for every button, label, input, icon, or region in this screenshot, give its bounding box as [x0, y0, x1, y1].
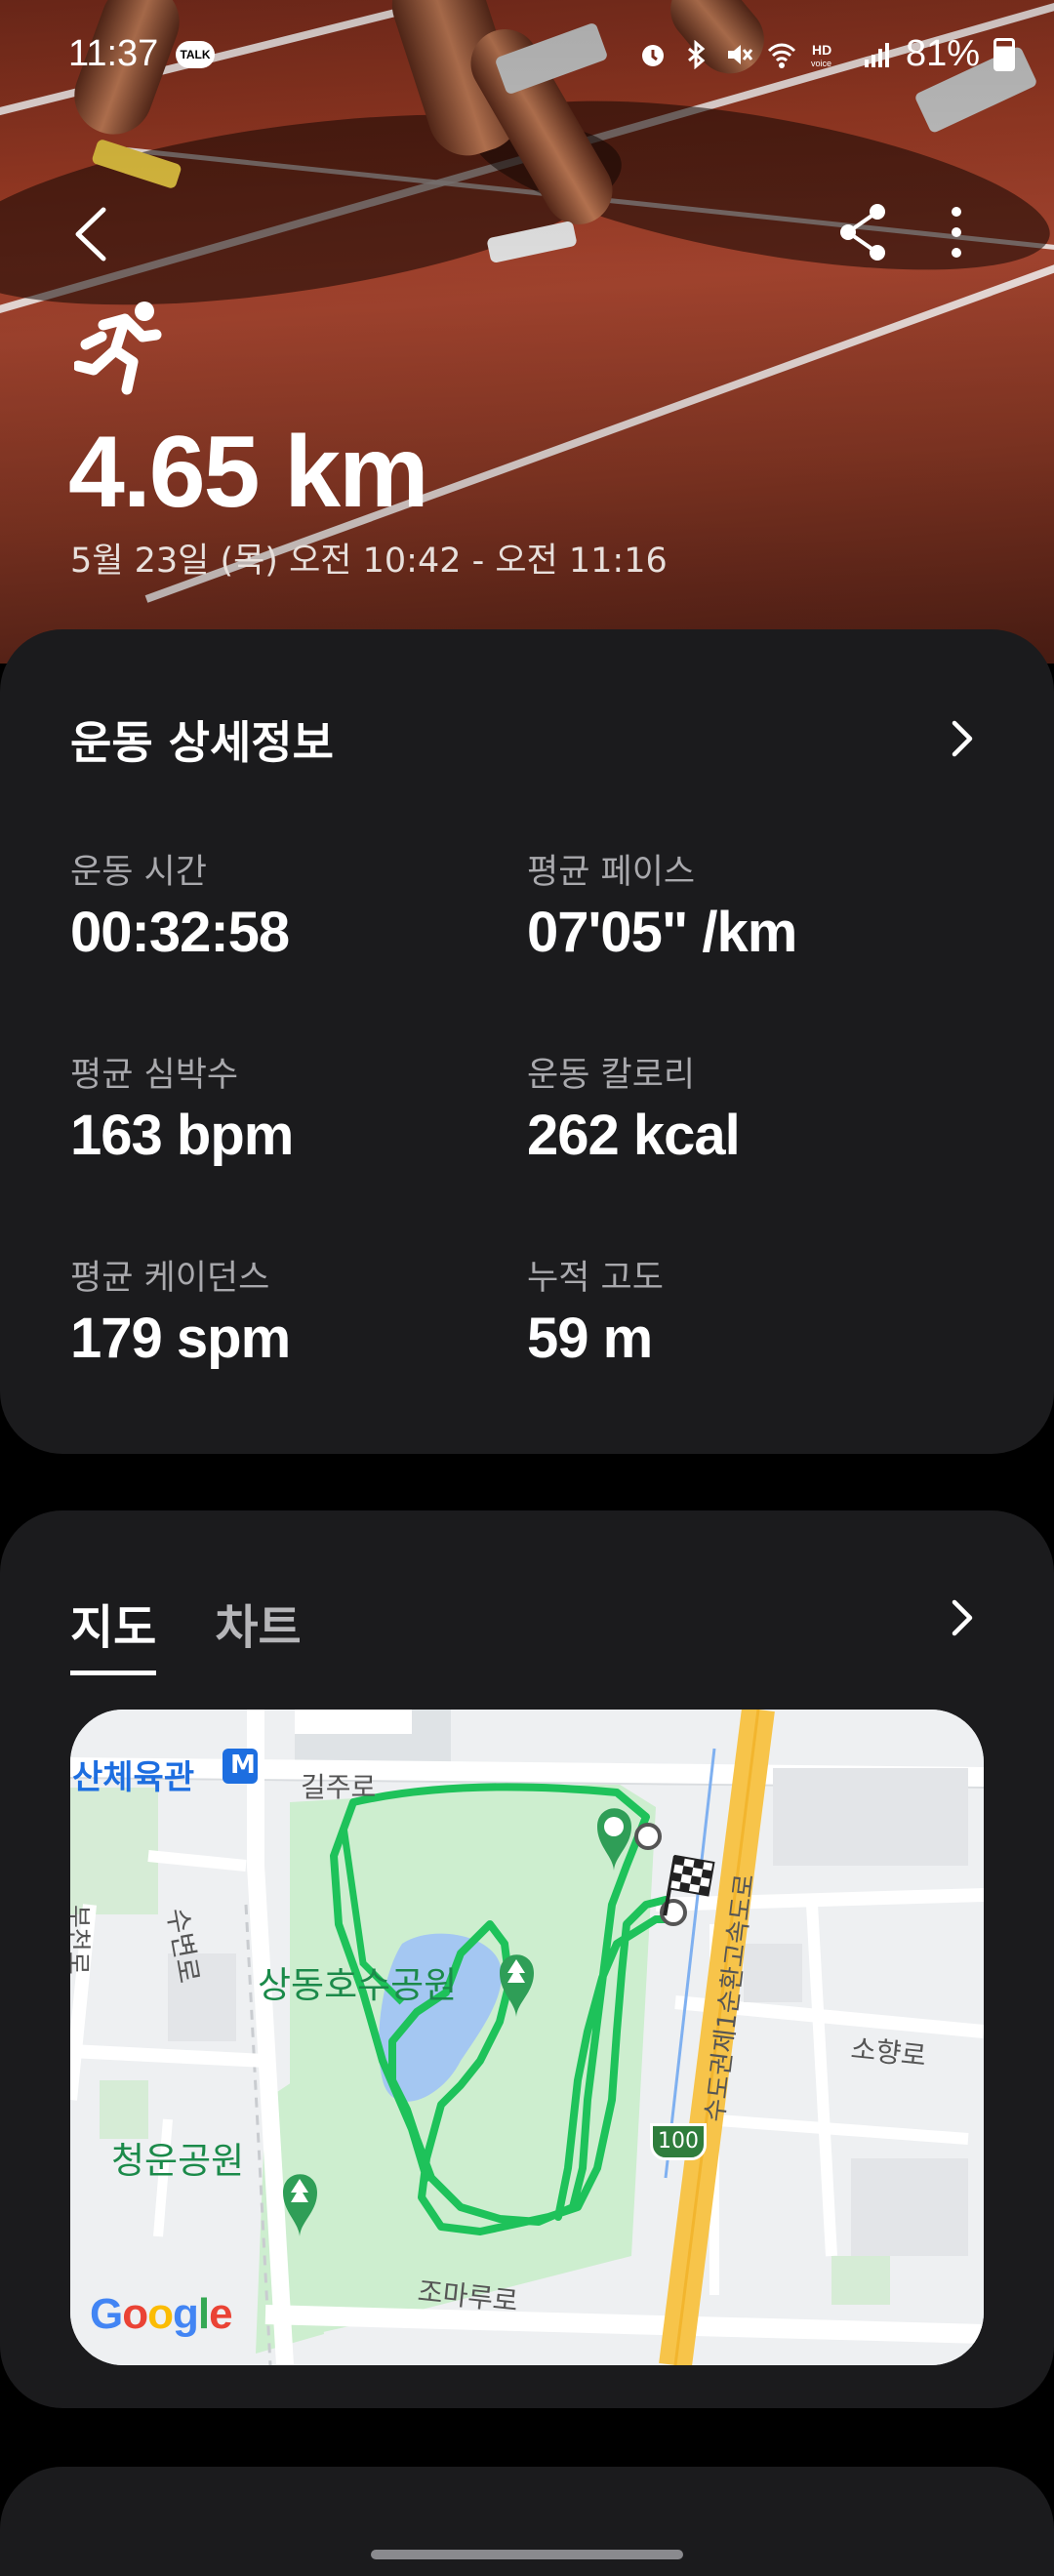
signal-icon — [864, 42, 889, 67]
route-map[interactable]: 산체육관 M 길주로 수변로 부천로 상동호수공원 청운공원 수도권제1순환고속… — [70, 1710, 984, 2365]
svg-text:HD: HD — [812, 42, 831, 58]
back-button[interactable] — [64, 200, 123, 268]
google-logo: Google — [90, 2290, 233, 2338]
next-section-card — [0, 2467, 1054, 2576]
tab-map[interactable]: 지도 — [70, 1589, 157, 1675]
stat-value: 179 spm — [70, 1307, 291, 1370]
stat-calories: 운동 칼로리 262 kcal — [527, 1047, 741, 1168]
stat-avg-heart-rate: 평균 심박수 163 bpm — [70, 1047, 294, 1168]
stat-elevation-gain: 누적 고도 59 m — [527, 1250, 664, 1371]
share-button[interactable] — [834, 200, 893, 264]
map-chart-tabs: 지도 차트 — [70, 1589, 302, 1675]
mute-icon — [727, 44, 753, 64]
tab-chart[interactable]: 차트 — [215, 1589, 301, 1675]
stat-label: 운동 칼로리 — [527, 1056, 696, 1095]
stat-value: 59 m — [527, 1307, 653, 1370]
road-label: 부천로 — [70, 1905, 92, 1975]
metro-station-label: 산체육관 — [72, 1758, 195, 1797]
route-shield: 100 — [650, 2123, 707, 2160]
talk-notification-icon: TALK — [176, 41, 215, 68]
metro-icon: M — [230, 1751, 256, 1780]
stat-duration: 운동 시간 00:32:58 — [70, 844, 290, 965]
park-label: 청운공원 — [111, 2140, 245, 2182]
alarm-icon — [641, 44, 664, 66]
workout-details-title: 운동 상세정보 — [70, 716, 334, 769]
workout-date-range: 5월 23일 (목) 오전 10:42 - 오전 11:16 — [70, 542, 668, 581]
battery-icon — [993, 37, 1015, 71]
stat-label: 평균 케이던스 — [70, 1259, 270, 1298]
bluetooth-icon — [687, 39, 706, 69]
stat-label: 평균 페이스 — [527, 853, 696, 892]
stat-label: 누적 고도 — [527, 1259, 664, 1298]
svg-text:voice: voice — [811, 59, 831, 68]
park-label: 상동호수공원 — [258, 1964, 458, 2006]
status-bar: 11:37 TALK HD voice 81% — [0, 0, 1054, 107]
more-options-button[interactable] — [937, 200, 976, 264]
running-icon — [74, 302, 162, 395]
wifi-icon — [767, 43, 795, 68]
workout-distance: 4.65 km — [68, 416, 429, 529]
stat-value: 262 kcal — [527, 1104, 741, 1167]
details-chevron-right-icon[interactable] — [947, 717, 980, 760]
battery-percent: 81% — [905, 33, 980, 74]
stat-value: 07'05" /km — [527, 901, 797, 964]
stat-label: 운동 시간 — [70, 853, 207, 892]
map-canvas — [70, 1710, 984, 2365]
stat-avg-pace: 평균 페이스 07'05" /km — [527, 844, 797, 965]
workout-details-card: 운동 상세정보 운동 시간 00:32:58 평균 페이스 07'05" /km… — [0, 629, 1054, 1454]
hd-voice-icon: HDvoice — [811, 42, 831, 68]
status-time: 11:37 — [68, 33, 159, 74]
road-label: 소향로 — [849, 2033, 928, 2073]
stat-value: 163 bpm — [70, 1104, 294, 1167]
stat-value: 00:32:58 — [70, 901, 290, 964]
stat-avg-cadence: 평균 케이던스 179 spm — [70, 1250, 291, 1371]
map-chevron-right-icon[interactable] — [947, 1596, 980, 1639]
stat-label: 평균 심박수 — [70, 1056, 239, 1095]
home-indicator — [371, 2550, 683, 2559]
road-label: 길주로 — [301, 1771, 377, 1803]
